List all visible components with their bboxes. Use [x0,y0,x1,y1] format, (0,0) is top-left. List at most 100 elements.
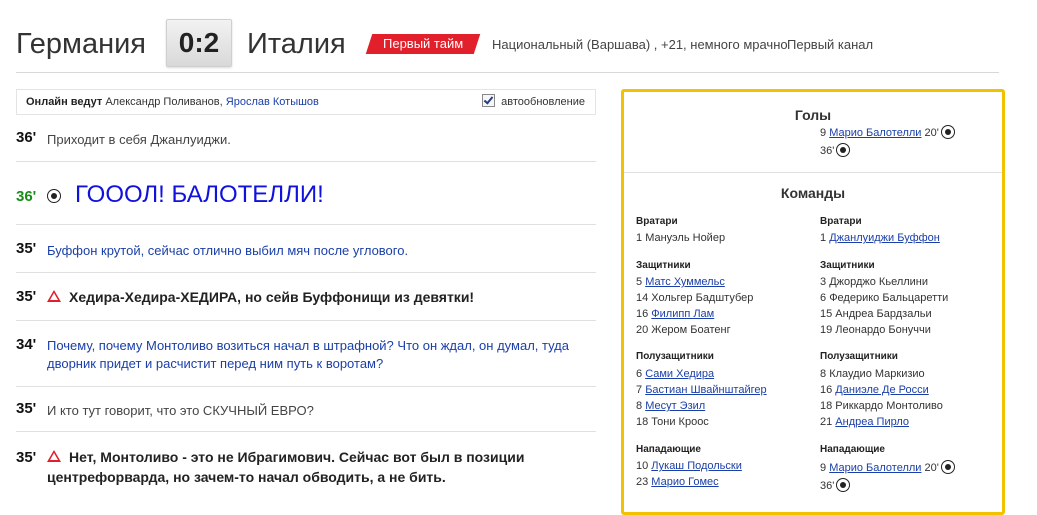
player-number: 6 [820,292,830,304]
goal-minute: 36' [820,145,835,157]
chance-text-line: Нет, Монтоливо - это не Ибрагимович. Сей… [69,449,525,465]
player-item: 9 Марио Балотелли 20' [820,460,955,474]
player-name: Тони Кроос [651,416,709,428]
player-name: Жером Боатенг [651,324,731,336]
player-name: Риккардо Монтоливо [835,400,943,412]
player-name: Федерико Бальцаретти [829,292,949,304]
position-label: Защитники [636,260,691,271]
hosts-label: Онлайн ведут [26,96,103,108]
player-item: 16 Филипп Лам [636,308,714,320]
player-number: 6 [636,368,646,380]
player-item: 21 Андреа Пирло [820,416,909,428]
position-label: Вратари [636,216,678,227]
player-link[interactable]: Лукаш Подольски [651,460,742,472]
player-number: 10 [636,460,652,472]
tv-channel: Первый канал [787,37,874,52]
entry-text: И кто тут говорит, что это СКУЧНЫЙ ЕВРО? [47,403,314,418]
header-divider [16,72,999,73]
goal-entry: 36' [820,143,851,157]
player-item: 6 Федерико Бальцаретти [820,292,948,304]
position-label: Нападающие [636,444,701,455]
entry-divider [16,320,596,321]
player-number: 9 [820,462,830,474]
player-item: 18 Риккардо Монтоливо [820,400,943,412]
player-link[interactable]: Бастиан Швайнштайгер [645,384,766,396]
entry-text: Приходит в себя Джанлуиджи. [47,132,231,147]
host-name: Александр Поливанов, [105,96,226,108]
player-item: 6 Сами Хедира [636,368,714,380]
ball-icon [940,460,955,474]
player-item: 36' [820,478,851,492]
player-item: 15 Андреа Бардзальи [820,308,932,320]
player-link[interactable]: Джанлуиджи Буффон [829,232,940,244]
entry-text: Почему, почему Монтоливо возиться начал … [47,337,569,373]
entry-divider [16,224,596,225]
player-link[interactable]: Филипп Лам [651,308,714,320]
goal-entry: 9 Марио Балотелли 20' [820,125,955,139]
player-number: 15 [820,308,836,320]
score-box: 0:2 [166,19,232,67]
ball-icon [836,143,851,157]
home-team-name[interactable]: Германия [16,27,146,61]
entry-text: ГОООЛ! БАЛОТЕЛЛИ! [47,180,324,210]
position-label: Полузащитники [636,351,714,362]
period-badge: Первый тайм [365,34,481,54]
autoupdate-toggle[interactable]: автообновление [482,90,585,114]
period-label: Первый тайм [383,36,464,51]
entry-minute: 35' [16,449,37,466]
goal-minute: 20' [921,462,939,474]
ball-icon [47,189,61,203]
player-item: 14 Хольгер Бадштубер [636,292,753,304]
panel-divider [624,172,1002,173]
player-number: 5 [636,276,646,288]
entry-text: Нет, Монтоливо - это не Ибрагимович. Сей… [47,447,524,487]
player-number: 21 [820,416,836,428]
entry-divider [16,386,596,387]
player-item: 8 Клаудио Маркизио [820,368,925,380]
player-name: Хольгер Бадштубер [651,292,754,304]
player-number: 23 [636,476,652,488]
player-name: Леонардо Бонуччи [835,324,931,336]
live-feed: Онлайн ведут Александр Поливанов, Яросла… [16,89,596,485]
player-name: Клаудио Маркизио [829,368,925,380]
player-link[interactable]: Даниэле Де Росси [835,384,929,396]
player-link[interactable]: Марио Гомес [651,476,718,488]
player-number: 20 [636,324,652,336]
entry-text: Буффон крутой, сейчас отлично выбил мяч … [47,243,409,258]
goal-minute: 20' [921,127,939,139]
goal-scorer-link[interactable]: Марио Балотелли [829,127,921,139]
host-link[interactable]: Ярослав Котышов [226,96,319,108]
entry-minute: 35' [16,288,37,305]
position-label: Вратари [820,216,862,227]
entry-divider [16,161,596,162]
player-name: Мануэль Нойер [645,232,726,244]
player-link[interactable]: Сами Хедира [645,368,714,380]
player-item: 18 Тони Кроос [636,416,709,428]
player-number: 16 [820,384,836,396]
player-number: 18 [636,416,652,428]
entry-minute: 35' [16,400,37,417]
player-item: 19 Леонардо Бонуччи [820,324,931,336]
position-label: Защитники [820,260,875,271]
away-team-name[interactable]: Италия [247,27,346,61]
player-item: 16 Даниэле Де Росси [820,384,929,396]
player-item: 1 Джанлуиджи Буффон [820,232,940,244]
hosts-bar: Онлайн ведут Александр Поливанов, Яросла… [16,89,596,115]
ball-icon [940,125,955,139]
danger-icon [47,290,61,302]
player-name: Джорджо Кьеллини [829,276,929,288]
player-link[interactable]: Матс Хуммельс [645,276,725,288]
goals-title: Голы [794,107,832,123]
player-link[interactable]: Андреа Пирло [835,416,909,428]
goal-text: ГОООЛ! БАЛОТЕЛЛИ! [75,181,324,208]
venue-info: Национальный (Варшава) , +21, немного мр… [492,37,788,52]
player-item: 8 Месут Эзил [636,400,705,412]
player-item: 1 Мануэль Нойер [636,232,725,244]
player-link[interactable]: Марио Балотелли [829,462,921,474]
autoupdate-checkbox[interactable] [482,94,496,107]
autoupdate-label: автообновление [501,96,585,108]
player-link[interactable]: Месут Эзил [645,400,705,412]
player-number: 1 [636,232,643,244]
chance-text-line: центрефорварда, но зачем-то начал обводи… [47,469,446,485]
entry-text-line: дворник придет и расчистит перед ним пут… [47,356,384,371]
